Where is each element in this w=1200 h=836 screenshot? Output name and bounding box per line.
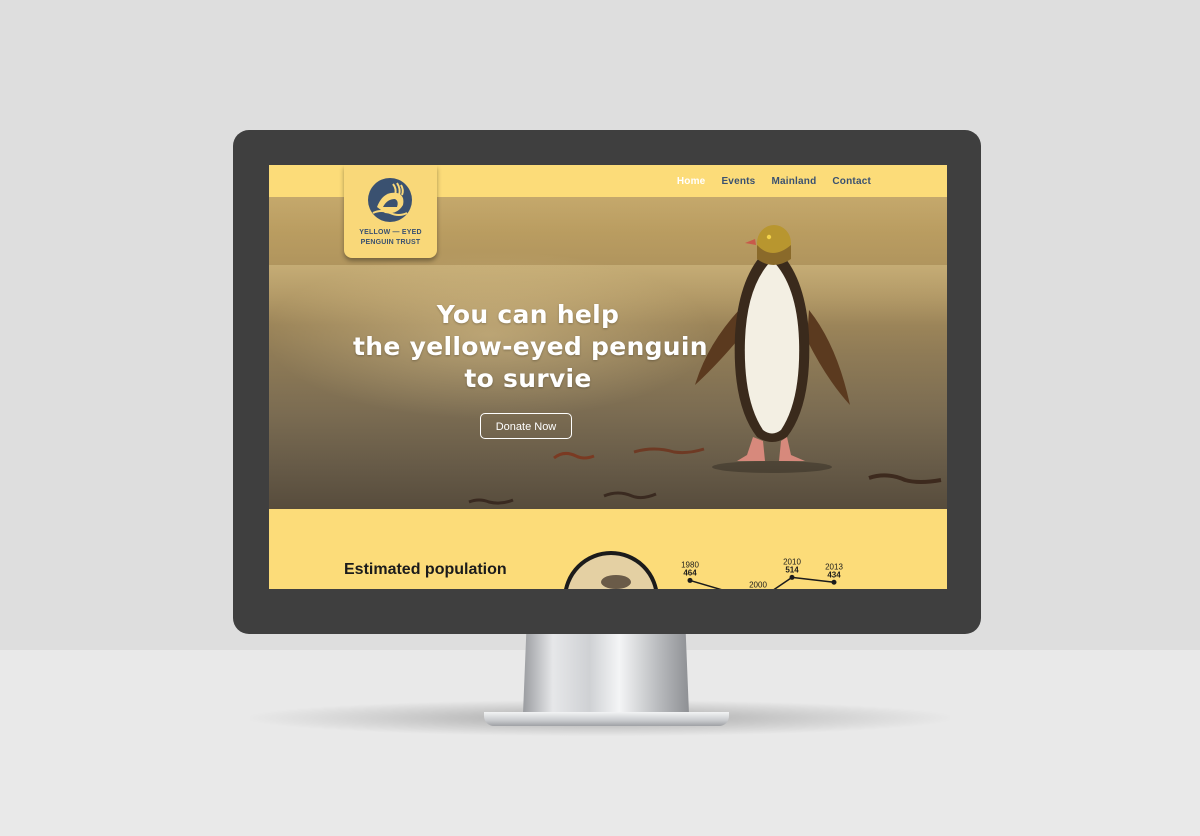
website-screen: You can help the yellow-eyed penguin to …: [269, 165, 947, 589]
monitor-stand-base: [484, 712, 729, 726]
population-chart: 1980464200014120105142013434: [681, 557, 843, 589]
population-section: Estimated population 1980464200014120105…: [269, 509, 947, 589]
nav-link-contact[interactable]: Contact: [832, 176, 871, 187]
logo-text-line-2: PENGUIN TRUST: [360, 239, 421, 246]
nav-link-events[interactable]: Events: [721, 176, 755, 187]
penguin-trust-emblem-icon: [368, 178, 412, 222]
nav-link-home[interactable]: Home: [677, 176, 706, 187]
nav-link-mainland[interactable]: Mainland: [771, 176, 816, 187]
chart-point-1980: [687, 577, 693, 583]
chart-point-2013: [831, 579, 837, 585]
headline-line-3: to survie: [464, 364, 592, 393]
hero-headline: You can help the yellow-eyed penguin to …: [353, 299, 708, 395]
headline-line-1: You can help: [436, 300, 620, 329]
estimated-population-heading: Estimated population: [344, 561, 507, 578]
chart-value-label: 514: [785, 565, 799, 574]
chart-value-label: 434: [827, 570, 841, 579]
site-logo[interactable]: YELLOW — EYED PENGUIN TRUST: [344, 165, 437, 258]
chart-value-label: 464: [683, 568, 697, 577]
penguin-thumbnail: [563, 551, 659, 589]
penguin-photo: [695, 225, 850, 473]
nav-links: Home Events Mainland Contact: [677, 176, 871, 187]
headline-line-2: the yellow-eyed penguin: [353, 332, 708, 361]
penguin-thumbnail-bird: [601, 575, 631, 589]
chart-point-2010: [789, 574, 795, 580]
logo-text-line-1: YELLOW — EYED: [359, 229, 422, 236]
chart-line-segment: [689, 579, 722, 589]
donate-now-button[interactable]: Donate Now: [480, 413, 572, 439]
chart-value-label: 141: [751, 588, 765, 589]
monitor-stand: [523, 632, 689, 714]
